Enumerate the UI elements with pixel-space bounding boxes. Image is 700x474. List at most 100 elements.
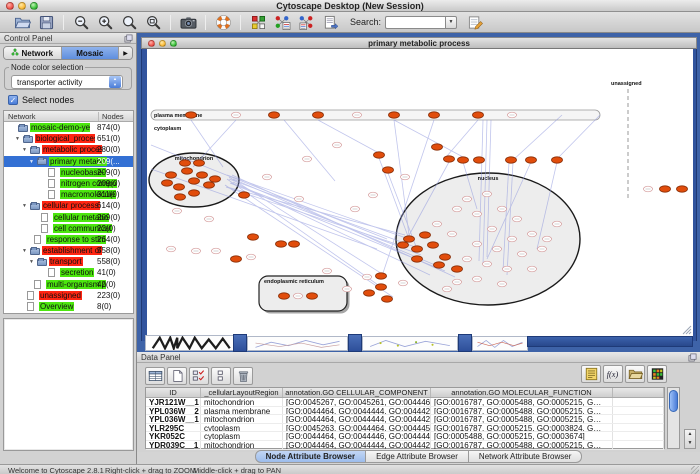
network-canvas[interactable]: plasma membranecytoplasmmitochondrionnuc… <box>147 49 693 336</box>
tree-row-overview[interactable]: Overview8(0) <box>4 301 133 312</box>
network-node[interactable] <box>434 262 445 268</box>
network-node[interactable] <box>166 172 177 178</box>
table-row-ydr039c__1[interactable]: YDR039C__1mitochondrion[GO:0044464, GO:0… <box>146 441 664 450</box>
attr-trash-icon[interactable] <box>233 367 253 385</box>
network-node[interactable] <box>552 157 563 163</box>
tree-row-mosaic-demo-yeast[interactable]: mosaic-demo-yeast874(0) <box>4 122 133 133</box>
attr-function-icon[interactable]: f(x) <box>603 365 623 383</box>
network-node[interactable] <box>660 186 671 192</box>
zoom-selected-icon[interactable] <box>141 13 165 32</box>
table-row-yjr121w__1[interactable]: YJR121W__1mitochondrion[GO:0045267, GO:0… <box>146 398 664 407</box>
attr-new-doc-icon[interactable] <box>167 367 187 385</box>
tree-row-macromolecule[interactable]: macromolecule311(0) <box>4 189 133 200</box>
tree-row-biological-process[interactable]: ▼biological_process651(0) <box>4 133 133 144</box>
resize-grip-icon[interactable] <box>691 466 699 474</box>
tree-row-nitrogen-compo[interactable]: nitrogen compo209(0) <box>4 178 133 189</box>
tree-row-cellular-process[interactable]: ▼cellular process614(0) <box>4 200 133 211</box>
network-node[interactable] <box>182 168 193 174</box>
network-node[interactable] <box>382 296 393 302</box>
network-node[interactable] <box>231 256 242 262</box>
float-panel-icon[interactable] <box>124 34 133 43</box>
tree-expand-icon[interactable]: ▼ <box>29 259 34 265</box>
table-row-ypl036w__1[interactable]: YPL036W__1mitochondrion[GO:0044464, GO:0… <box>146 415 664 424</box>
network-view-titlebar[interactable]: primary metabolic process <box>141 37 697 49</box>
attr-table-icon[interactable] <box>145 367 165 385</box>
search-edit-icon[interactable] <box>463 13 487 32</box>
zoom-fit-icon[interactable] <box>117 13 141 32</box>
network-node[interactable] <box>307 293 318 299</box>
tab-overflow-arrow[interactable]: ▶ <box>119 47 132 59</box>
tab-network-attribute-browser[interactable]: Network Attribute Browser <box>469 450 582 463</box>
tree-expand-icon[interactable]: ▼ <box>15 136 20 142</box>
attr-list-icon[interactable] <box>581 365 601 383</box>
network-node[interactable] <box>376 284 387 290</box>
network-node[interactable] <box>440 254 451 260</box>
tab-edge-attribute-browser[interactable]: Edge Attribute Browser <box>366 450 469 463</box>
network-node[interactable] <box>194 160 205 166</box>
network-node[interactable] <box>432 144 443 150</box>
canvas-resize-grip-icon[interactable] <box>683 326 691 334</box>
column-header-3[interactable]: annotation.GO MOLECULAR_FUNCTION <box>431 388 613 397</box>
search-dropdown-icon[interactable]: ▼ <box>445 16 457 29</box>
attr-matrix-icon[interactable] <box>647 365 667 383</box>
float-panel-icon[interactable] <box>688 353 697 362</box>
column-header-0[interactable]: ID <box>146 388 201 397</box>
search-input[interactable] <box>385 16 445 29</box>
network-node[interactable] <box>162 180 173 186</box>
tree-row-cell-communicat[interactable]: cell communicat22(0) <box>4 223 133 234</box>
network-node[interactable] <box>313 112 324 118</box>
network-node[interactable] <box>389 112 400 118</box>
tree-row-transport[interactable]: ▼transport558(0) <box>4 256 133 267</box>
table-row-ylr295c[interactable]: YLR295Ccytoplasm[GO:0045263, GO:0044464,… <box>146 424 664 433</box>
column-header-2[interactable]: annotation.GO CELLULAR_COMPONENT <box>283 388 431 397</box>
export-doc-icon[interactable] <box>318 13 342 32</box>
network-node[interactable] <box>248 234 259 240</box>
tree-row-primary-metabo[interactable]: ▼primary metabo209(... <box>4 156 133 167</box>
tree-row-response-to-stimul[interactable]: response to stimul264(0) <box>4 234 133 245</box>
network-node[interactable] <box>412 246 423 252</box>
table-row-ypl036w__2[interactable]: YPL036W__2plasma membrane[GO:0044464, GO… <box>146 407 664 416</box>
network-node[interactable] <box>452 266 463 272</box>
vizmapper-a-icon[interactable] <box>270 13 294 32</box>
tree-expand-icon[interactable]: ▼ <box>22 248 27 254</box>
attr-folder-icon[interactable] <box>625 365 645 383</box>
network-node[interactable] <box>429 112 440 118</box>
network-node[interactable] <box>420 232 431 238</box>
node-color-dropdown[interactable]: transporter activity ▲▼ <box>11 75 123 89</box>
zoom-in-icon[interactable] <box>93 13 117 32</box>
network-node[interactable] <box>404 236 415 242</box>
network-node[interactable] <box>383 167 394 173</box>
network-node[interactable] <box>364 290 375 296</box>
network-node[interactable] <box>197 172 208 178</box>
attribute-table-header[interactable]: ID_cellularLayoutRegionannotation.GO CEL… <box>146 388 664 398</box>
network-node[interactable] <box>186 112 197 118</box>
snapshot-camera-icon[interactable] <box>176 13 200 32</box>
tree-expand-icon[interactable]: ▼ <box>29 159 34 165</box>
table-row-ykr052c[interactable]: YKR052Ccytoplasm[GO:0044464, GO:0044446,… <box>146 432 664 441</box>
network-node[interactable] <box>444 156 455 162</box>
tree-row-establishment-of-lo[interactable]: ▼establishment of lo558(0) <box>4 245 133 256</box>
table-scroll-arrows[interactable]: ▲▼ <box>684 429 696 449</box>
network-node[interactable] <box>279 293 290 299</box>
tree-row-multi-organism-pro[interactable]: multi-organism pro42(0) <box>4 279 133 290</box>
mosaic-grid-icon[interactable] <box>246 13 270 32</box>
vizmapper-b-icon[interactable] <box>294 13 318 32</box>
tab-node-attribute-browser[interactable]: Node Attribute Browser <box>255 450 367 463</box>
table-scrollbar[interactable] <box>667 387 680 449</box>
table-scrollbar-thumb[interactable] <box>669 390 678 412</box>
network-node[interactable] <box>189 178 200 184</box>
network-node[interactable] <box>506 157 517 163</box>
tree-row-nucleobase-[interactable]: nucleobase-209(0) <box>4 167 133 178</box>
network-node[interactable] <box>289 241 300 247</box>
network-node[interactable] <box>473 112 484 118</box>
tree-row-metabolic-process[interactable]: ▼metabolic process280(0) <box>4 144 133 155</box>
column-header-1[interactable]: _cellularLayoutRegion <box>201 388 283 397</box>
network-node[interactable] <box>180 160 191 166</box>
zoom-out-icon[interactable] <box>69 13 93 32</box>
network-node[interactable] <box>458 157 469 163</box>
birdseye-view-panel[interactable] <box>3 318 134 451</box>
network-node[interactable] <box>428 242 439 248</box>
tab-network[interactable]: Network <box>4 47 62 59</box>
network-node[interactable] <box>189 190 200 196</box>
network-node[interactable] <box>276 241 287 247</box>
